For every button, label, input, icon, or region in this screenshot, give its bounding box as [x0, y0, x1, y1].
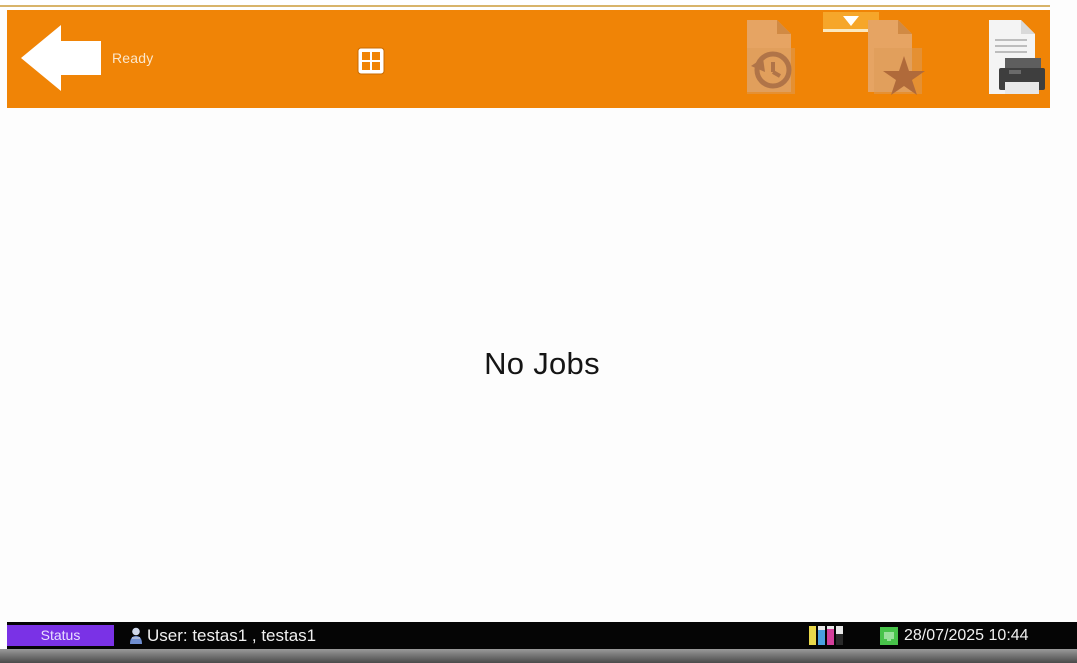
top-divider	[0, 5, 1077, 7]
bottom-bezel	[0, 649, 1077, 663]
device-status: Ready	[112, 50, 154, 66]
job-list-area: No Jobs	[0, 108, 1077, 622]
back-button[interactable]	[19, 23, 103, 93]
status-bar: Status User: testas1 , testas1 28/07/202…	[7, 622, 1077, 649]
favorites-button[interactable]	[862, 18, 928, 96]
printer-icon	[989, 20, 1045, 94]
favorites-star-icon	[868, 20, 925, 95]
header-bar: Ready	[7, 10, 1050, 108]
empty-state-message: No Jobs	[484, 346, 600, 381]
clock: 28/07/2025 10:44	[904, 627, 1029, 644]
recent-jobs-button[interactable]	[743, 18, 801, 96]
top-strip	[0, 0, 1077, 10]
apps-grid-button[interactable]	[357, 47, 385, 75]
back-arrow-icon	[21, 25, 101, 91]
status-tab[interactable]: Status	[7, 625, 114, 646]
network-icon	[880, 627, 898, 645]
logged-in-user: User: testas1 , testas1	[147, 626, 317, 645]
toner-levels-icon[interactable]	[809, 625, 849, 646]
user-icon	[129, 627, 143, 645]
recent-jobs-icon	[747, 20, 795, 94]
print-queue-button[interactable]	[983, 18, 1045, 98]
grid-icon	[357, 47, 385, 75]
header-edge	[1050, 0, 1077, 108]
